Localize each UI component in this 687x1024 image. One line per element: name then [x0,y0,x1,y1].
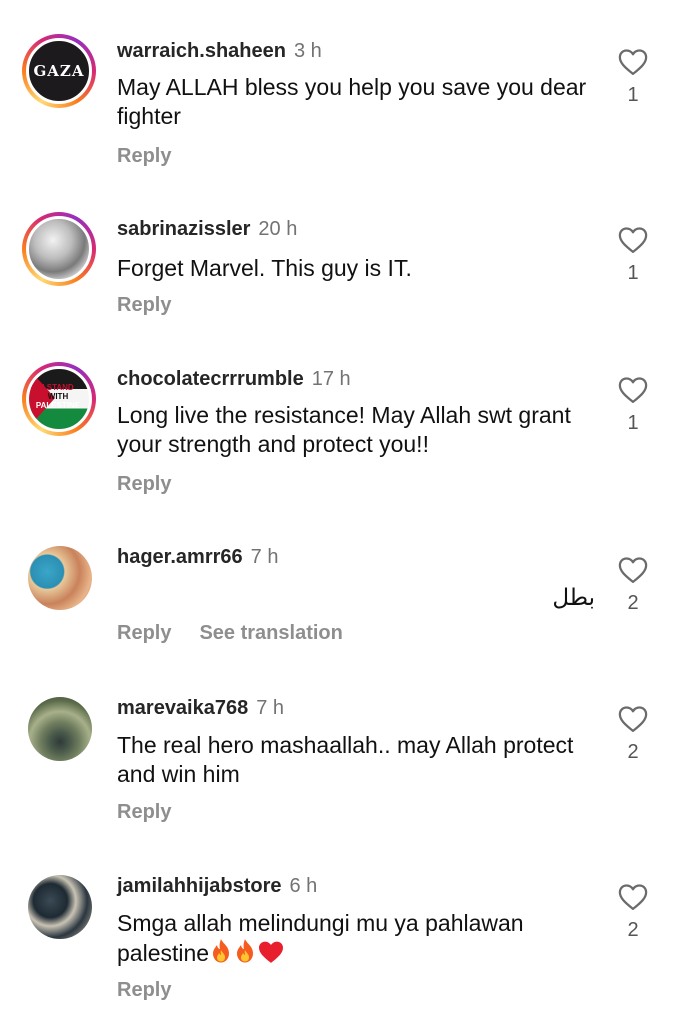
avatar[interactable] [28,546,92,610]
heart-icon [618,884,648,910]
like-button[interactable]: 1 [616,48,650,107]
comment-text: Smga allah melindungi mu ya pahlawan pal… [117,909,587,971]
reply-button[interactable]: Reply [117,979,171,1001]
comment-username[interactable]: marevaika768 7 h [117,697,284,720]
avatar[interactable]: I STAND WITH PALESTINE [22,362,96,436]
like-count: 2 [627,741,639,763]
like-button[interactable]: 2 [616,705,650,764]
comment-text: Forget Marvel. This guy is IT. [117,255,412,281]
comment-text: The real hero mashaallah.. may Allah pro… [117,732,574,787]
like-button[interactable]: 2 [616,556,650,615]
reply-button[interactable]: Reply [117,145,171,167]
comment-timestamp: 20 h [258,218,298,240]
avatar[interactable] [28,697,92,761]
like-count: 1 [627,84,639,106]
like-count: 2 [627,592,639,614]
heart-icon [618,377,648,403]
reply-button[interactable]: Reply [117,473,171,495]
avatar-text: I STAND [42,383,74,392]
comment-timestamp: 6 h [289,875,318,897]
comment-timestamp: 7 h [250,546,279,568]
comment-text: بطل [552,585,595,611]
comment-text: Long live the resistance! May Allah swt … [117,402,571,457]
like-button[interactable]: 1 [616,376,650,435]
like-count: 2 [627,919,639,941]
avatar-text: WITH [47,392,69,401]
avatar-logo-text: GAZA [33,62,85,80]
comment-username[interactable]: sabrinazissler 20 h [117,218,297,241]
heart-icon [618,706,648,732]
reply-button[interactable]: Reply [117,622,171,644]
like-button[interactable]: 2 [616,883,650,942]
comment-timestamp: 3 h [293,40,322,62]
like-count: 1 [627,262,639,284]
like-count: 1 [627,412,639,434]
comment-username[interactable]: chocolatecrrrumble 17 h [117,368,351,391]
reply-button[interactable]: Reply [117,801,171,823]
comment-text: May ALLAH bless you help you save you de… [117,74,587,129]
avatar-text: PALESTINE [35,401,81,410]
avatar[interactable]: GAZA [22,34,96,108]
comment-username[interactable]: jamilahhijabstore 6 h [117,875,317,898]
heart-icon [618,49,648,75]
avatar[interactable] [28,875,92,939]
fire-emoji-icon [209,938,233,971]
comment-username[interactable]: warraich.shaheen 3 h [117,40,322,63]
reply-button[interactable]: Reply [117,294,171,316]
red-heart-emoji-icon [257,940,285,971]
avatar[interactable] [22,212,96,286]
comment-text-body: Smga allah melindungi mu ya pahlawan pal… [117,910,524,966]
heart-icon [618,227,648,253]
comment-timestamp: 17 h [311,368,351,390]
fire-emoji-icon [233,938,257,971]
heart-icon [618,557,648,583]
like-button[interactable]: 1 [616,226,650,285]
see-translation-button[interactable]: See translation [199,622,342,644]
comment-timestamp: 7 h [256,697,285,719]
comment-username[interactable]: hager.amrr66 7 h [117,546,278,569]
